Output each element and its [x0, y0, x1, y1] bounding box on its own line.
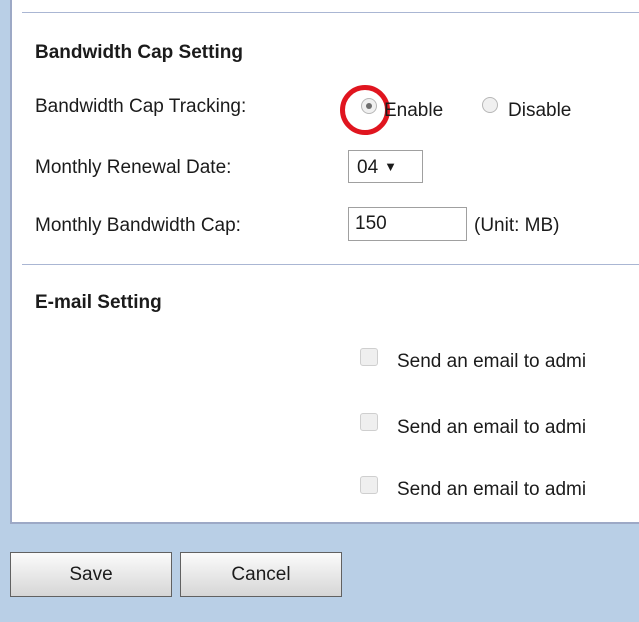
bandwidth-cap-heading: Bandwidth Cap Setting [35, 42, 243, 63]
monthly-renewal-date-label: Monthly Renewal Date: [35, 157, 232, 178]
top-divider [22, 12, 639, 13]
renewal-date-select[interactable]: 04 ▼ [348, 150, 423, 183]
monthly-bandwidth-cap-label: Monthly Bandwidth Cap: [35, 215, 241, 236]
email-option-checkbox-3[interactable] [360, 476, 378, 494]
dropdown-arrow-icon: ▼ [384, 159, 398, 174]
renewal-date-value: 04 [357, 157, 379, 178]
save-button[interactable]: Save [10, 552, 172, 597]
section-divider [22, 264, 639, 265]
disable-radio[interactable] [482, 97, 498, 113]
enable-label: Enable [384, 100, 444, 121]
email-option-label-3: Send an email to admi [397, 479, 587, 500]
bandwidth-cap-input[interactable]: 150 [348, 207, 467, 241]
email-option-checkbox-1[interactable] [360, 348, 378, 366]
email-option-label-2: Send an email to admi [397, 417, 587, 438]
highlight-ring [340, 85, 390, 135]
email-option-label-1: Send an email to admi [397, 351, 587, 372]
unit-label: (Unit: MB) [474, 215, 560, 236]
cancel-button[interactable]: Cancel [180, 552, 342, 597]
email-setting-heading: E-mail Setting [35, 292, 162, 313]
email-option-checkbox-2[interactable] [360, 413, 378, 431]
disable-label: Disable [508, 100, 572, 121]
settings-panel [10, 0, 639, 524]
bandwidth-cap-tracking-label: Bandwidth Cap Tracking: [35, 96, 247, 117]
